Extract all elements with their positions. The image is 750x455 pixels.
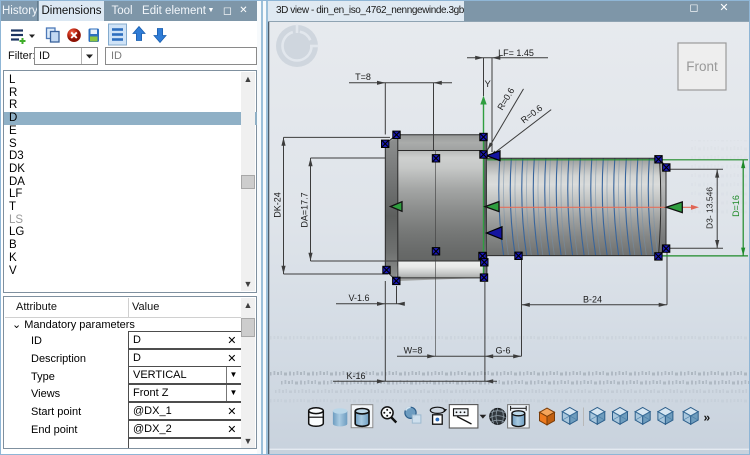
svg-text:DK-24: DK-24 <box>273 192 283 218</box>
svg-text:Y: Y <box>485 79 492 90</box>
svg-text:B-24: B-24 <box>583 294 602 304</box>
svg-text:K-16: K-16 <box>346 371 365 381</box>
svg-text:G-6: G-6 <box>495 346 510 356</box>
svg-text:DA=17.7: DA=17.7 <box>300 192 310 227</box>
svg-text:D3- 13.546: D3- 13.546 <box>705 187 715 229</box>
svg-text:V-1.6: V-1.6 <box>348 293 369 303</box>
svg-text:D=16: D=16 <box>731 195 741 217</box>
svg-text:Front: Front <box>686 59 718 74</box>
svg-text:LF= 1.45: LF= 1.45 <box>498 48 534 58</box>
svg-text:T=8: T=8 <box>355 72 371 82</box>
svg-text:W=8: W=8 <box>404 346 423 356</box>
svg-text:»: » <box>704 411 711 425</box>
